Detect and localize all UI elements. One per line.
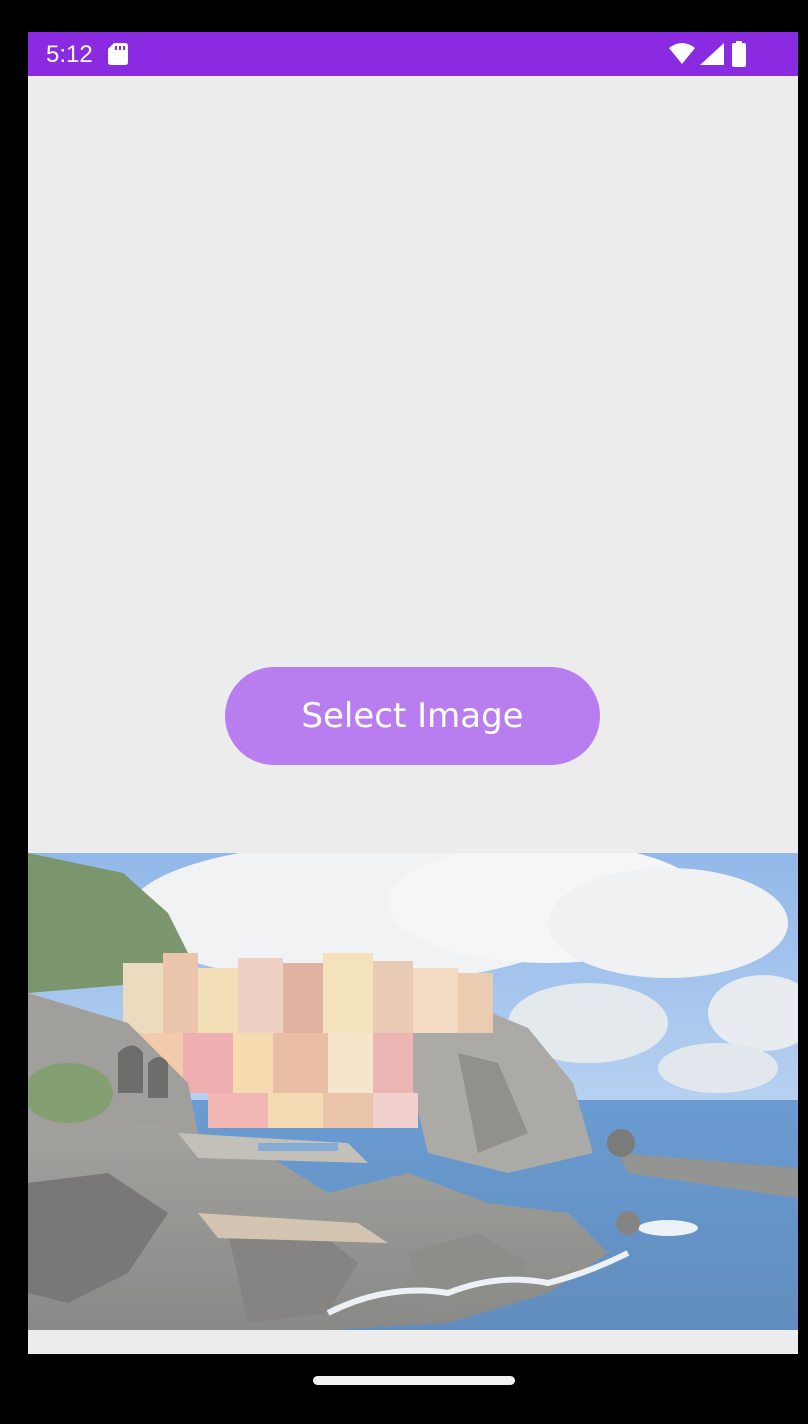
sd-card-icon	[108, 43, 128, 70]
navigation-bar	[28, 1354, 798, 1424]
status-bar: 5:12	[28, 32, 798, 76]
home-gesture-handle[interactable]	[313, 1376, 515, 1385]
app-content: Select Image	[28, 76, 798, 1354]
status-time: 5:12	[46, 41, 93, 68]
wifi-icon	[669, 43, 695, 70]
phone-screen: 5:12 Select Image	[28, 32, 798, 1424]
select-image-button[interactable]: Select Image	[225, 667, 600, 765]
battery-icon	[732, 41, 746, 72]
signal-icon	[700, 43, 724, 70]
coastal-village-photo	[28, 853, 798, 1330]
device-frame: 5:12 Select Image	[0, 0, 808, 1424]
